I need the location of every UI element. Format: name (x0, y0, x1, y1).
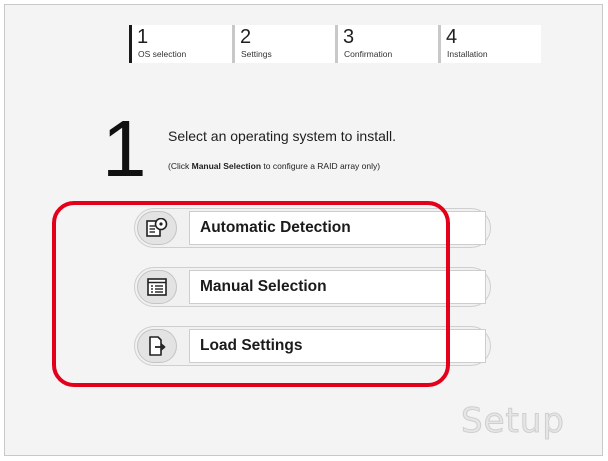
step-label: OS selection (138, 49, 187, 59)
note-suffix: to configure a RAID array only) (261, 161, 381, 171)
step-number: 4 (446, 26, 458, 48)
setup-panel: 1 OS selection 2 Settings 3 Confirmation… (4, 4, 603, 456)
step-confirmation: 3 Confirmation (335, 25, 438, 63)
step-installation: 4 Installation (438, 25, 541, 63)
step-settings: 2 Settings (232, 25, 335, 63)
note-bold-text: Manual Selection (191, 161, 262, 171)
step-label: Installation (447, 49, 488, 59)
step-number: 2 (240, 26, 252, 48)
step-label: Confirmation (344, 49, 393, 59)
step-label: Settings (241, 49, 272, 59)
current-step-number: 1 (102, 104, 147, 193)
highlight-frame (52, 201, 450, 387)
note-prefix: (Click (168, 161, 192, 171)
step-number: 3 (343, 26, 355, 48)
instruction-note: (Click Manual Selection to configure a R… (168, 161, 380, 171)
setup-watermark: Setup (461, 401, 565, 442)
step-number: 1 (137, 26, 149, 48)
page-title: Select an operating system to install. (168, 128, 397, 144)
step-os-selection: 1 OS selection (129, 25, 232, 63)
step-progress-bar: 1 OS selection 2 Settings 3 Confirmation… (129, 25, 541, 63)
